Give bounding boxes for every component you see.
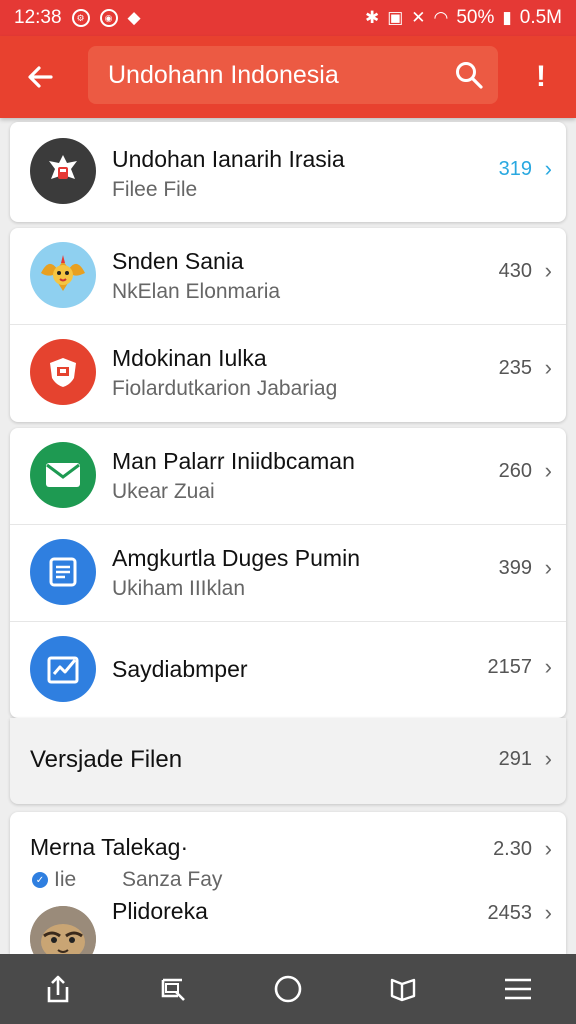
item-count: 319 <box>498 158 532 180</box>
list-item[interactable]: Amgkurtla Duges Pumin Ukiham IIIklan 399… <box>10 525 566 622</box>
item-title: Saydiabmper <box>112 656 248 682</box>
versions-count: 291 <box>498 748 532 770</box>
item-subtitle: Ukear Zuai <box>112 480 215 503</box>
menu-button[interactable] <box>488 959 548 1019</box>
item-count: 2.30 <box>493 838 532 860</box>
item-title: Plidoreka <box>112 898 208 924</box>
chevron-right-icon: › <box>544 156 552 181</box>
item-count: 430 <box>498 260 532 282</box>
item-title: Amgkurtla Duges Pumin <box>112 545 360 571</box>
notification-icon: ⚙ <box>71 9 90 27</box>
item-subtitle: NkElan Elonmaria <box>112 280 281 303</box>
list-item[interactable]: Merna Talekag· ✓ Iie Sanza Fay 2.30 › <box>10 812 566 896</box>
item-subtitle: Sanza Fay <box>122 868 223 891</box>
file-card-group-2: Man Palarr Iniidbcaman Ukear Zuai 260 › … <box>10 428 566 718</box>
list-item[interactable]: Saydiabmper 2157 › <box>10 622 566 718</box>
chevron-right-icon: › <box>544 555 552 580</box>
item-title: Snden Sania <box>112 248 244 274</box>
item-subtitle: Filee File <box>112 178 198 201</box>
document-icon <box>30 539 96 605</box>
search-icon[interactable] <box>454 60 484 90</box>
home-circle-icon <box>274 975 302 1003</box>
list-item[interactable]: Man Palarr Iniidbcaman Ukear Zuai 260 › <box>10 428 566 525</box>
shield-icon <box>30 339 96 405</box>
chevron-right-icon: › <box>544 836 552 861</box>
versions-label: Versjade Filen <box>30 746 183 773</box>
chevron-right-icon: › <box>544 355 552 380</box>
home-button[interactable] <box>258 959 318 1019</box>
chevron-right-icon: › <box>544 900 552 925</box>
chevron-right-icon: › <box>544 746 552 771</box>
item-subtitle: Ukiham IIIklan <box>112 577 246 600</box>
network-speed: 0.5M <box>519 7 562 28</box>
item-subtitle-prefix: Iie <box>54 868 77 891</box>
book-button[interactable] <box>373 959 433 1019</box>
back-button[interactable] <box>0 36 80 118</box>
chevron-right-icon: › <box>544 258 552 283</box>
item-title: Man Palarr Iniidbcaman <box>112 448 355 474</box>
tiger-photo-icon <box>30 906 96 954</box>
alert-button[interactable]: ! <box>516 36 566 118</box>
item-count: 2453 <box>487 902 533 924</box>
system-nav-bar <box>0 954 576 1024</box>
messenger-icon: ◉ <box>99 9 118 27</box>
bluetooth-icon: ✱ <box>364 8 380 27</box>
item-count: 399 <box>498 557 532 579</box>
wifi-icon: ◠ <box>433 8 449 27</box>
item-title: Undohan Ianarih Irasia <box>112 146 345 172</box>
item-count: 2157 <box>487 656 533 678</box>
battery-icon: ▮ <box>502 8 512 27</box>
file-card-group-1: Snden Sania NkElan Elonmaria 430 › Mdoki… <box>10 228 566 422</box>
versions-row[interactable]: Versjade Filen 291 › <box>10 718 566 804</box>
list-item[interactable]: Plidoreka 2453 › <box>10 896 566 954</box>
item-count: 260 <box>498 460 532 482</box>
status-bar: 12:38 ⚙ ◉ ◆ ✱ ▣ ✕ ◠ 50% ▮ 0.5M <box>0 0 576 36</box>
garuda-emblem-icon <box>30 138 96 204</box>
share-icon <box>47 975 68 1003</box>
item-title: Mdokinan Iulka <box>112 345 267 371</box>
list-item[interactable]: Mdokinan Iulka Fiolardutkarion Jabariag … <box>10 325 566 422</box>
verified-badge-icon: ✓ <box>32 872 48 888</box>
chevron-right-icon: › <box>544 458 552 483</box>
chart-check-icon <box>30 636 96 702</box>
versions-card: Versjade Filen 291 › <box>10 718 566 804</box>
list-item[interactable]: Snden Sania NkElan Elonmaria 430 › <box>10 228 566 325</box>
app-notification-icon: ◆ <box>127 8 141 27</box>
share-button[interactable] <box>28 959 88 1019</box>
tab-switch-button[interactable] <box>143 959 203 1019</box>
mail-icon <box>30 442 96 508</box>
item-title: Merna Talekag· <box>30 834 189 860</box>
search-text: Undohann Indonesia <box>108 60 339 89</box>
menu-icon <box>505 978 532 1000</box>
item-subtitle: Fiolardutkarion Jabariag <box>112 377 338 400</box>
tab-switch-icon <box>161 978 185 1001</box>
list-item[interactable]: Undohan Ianarih Irasia Filee File 319 › <box>10 122 566 222</box>
app-bar: Undohann Indonesia ! <box>0 36 576 118</box>
item-count: 235 <box>498 357 532 379</box>
file-card-group-3: Merna Talekag· ✓ Iie Sanza Fay 2.30 › Pl… <box>10 812 566 954</box>
search-field[interactable]: Undohann Indonesia <box>88 46 498 104</box>
status-time: 12:38 <box>14 7 62 28</box>
arrow-left-icon <box>28 66 53 88</box>
mute-icon: ✕ <box>411 8 426 27</box>
vibrate-icon: ▣ <box>387 8 404 27</box>
garuda-mascot-icon <box>30 242 96 308</box>
battery-percent: 50% <box>456 7 495 28</box>
file-card-primary: Undohan Ianarih Irasia Filee File 319 › <box>10 122 566 222</box>
chevron-right-icon: › <box>544 654 552 679</box>
book-icon <box>390 978 416 1002</box>
